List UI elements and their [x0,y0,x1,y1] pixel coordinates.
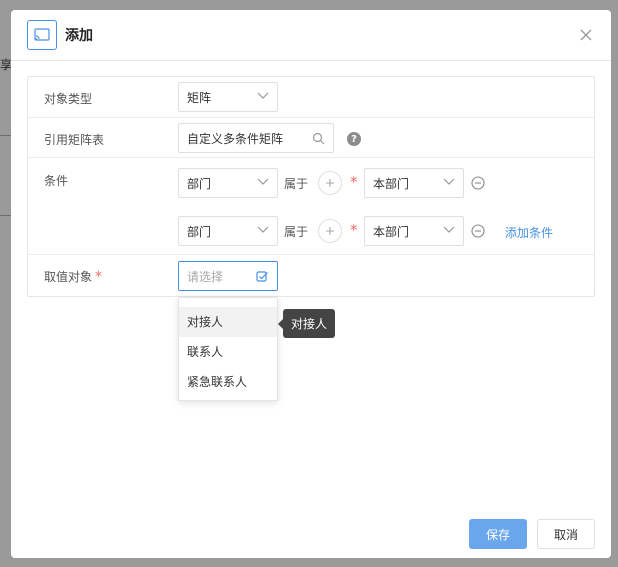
add-condition-value-button[interactable] [318,219,342,243]
matrix-table-value: 自定义多条件矩阵 [187,131,284,146]
help-icon[interactable]: ? [347,132,361,146]
chevron-down-icon [443,178,455,185]
remove-condition-icon[interactable] [471,176,485,190]
object-type-select[interactable]: 矩阵 [178,82,278,112]
dropdown-option[interactable]: 对接人 [179,307,277,337]
condition-value: 本部门 [373,176,410,191]
background-divider [0,135,11,136]
chevron-down-icon [257,178,269,185]
condition-value: 本部门 [373,224,410,239]
cancel-button[interactable]: 取消 [537,519,595,549]
condition-field-value: 部门 [187,176,212,191]
required-star: * [95,269,103,285]
form-panel: 对象类型 矩阵 引用矩阵表 自定义多条件矩阵 ? 条件 部门 属于 * 本部门 … [27,76,595,297]
condition-field-select[interactable]: 部门 [178,168,278,198]
matrix-table-label: 引用矩阵表 [44,133,105,147]
value-object-select[interactable]: 请选择 [178,261,278,291]
condition-value-select[interactable]: 本部门 [364,168,464,198]
add-condition-value-button[interactable] [318,171,342,195]
condition-field-select[interactable]: 部门 [178,216,278,246]
condition-label: 条件 [44,174,69,188]
select-checkbox-icon [256,271,268,282]
remove-condition-icon[interactable] [471,224,485,238]
background-divider [0,215,11,216]
condition-row: 条件 部门 属于 * 本部门 部门 属于 * 本部门 添加条件 [28,158,594,255]
dialog-header: 添加 [11,10,611,60]
cast-icon [27,20,57,50]
condition-operator: 属于 [284,177,309,191]
value-object-placeholder: 请选择 [187,269,224,284]
dialog-title: 添加 [65,28,93,44]
condition-operator: 属于 [284,225,309,239]
chevron-down-icon [443,226,455,233]
object-type-value: 矩阵 [187,90,212,105]
option-tooltip: 对接人 [278,309,335,338]
save-button[interactable]: 保存 [469,519,527,549]
dropdown-option[interactable]: 紧急联系人 [179,367,277,397]
object-type-row: 对象类型 矩阵 [28,77,594,118]
chevron-down-icon [257,226,269,233]
object-type-label: 对象类型 [44,92,93,106]
condition-field-value: 部门 [187,224,212,239]
matrix-table-row: 引用矩阵表 自定义多条件矩阵 ? [28,118,594,158]
add-condition-link[interactable]: 添加条件 [505,224,553,241]
plus-icon [326,227,334,235]
chevron-down-icon [257,92,269,99]
search-icon [312,132,325,145]
value-object-row: 取值对象 * 请选择 [28,255,594,296]
required-star: * [350,221,358,239]
value-object-dropdown: 对接人 联系人 紧急联系人 [178,297,278,401]
close-icon[interactable] [577,26,595,44]
value-object-label: 取值对象 * [44,269,103,285]
matrix-table-select[interactable]: 自定义多条件矩阵 [178,123,334,153]
add-dialog: 添加 对象类型 矩阵 引用矩阵表 自定义多条件矩阵 ? 条件 部门 属于 * 本… [11,10,611,558]
condition-value-select[interactable]: 本部门 [364,216,464,246]
header-divider [11,60,611,61]
plus-icon [326,179,334,187]
dropdown-option[interactable]: 联系人 [179,337,277,367]
required-star: * [350,173,358,191]
